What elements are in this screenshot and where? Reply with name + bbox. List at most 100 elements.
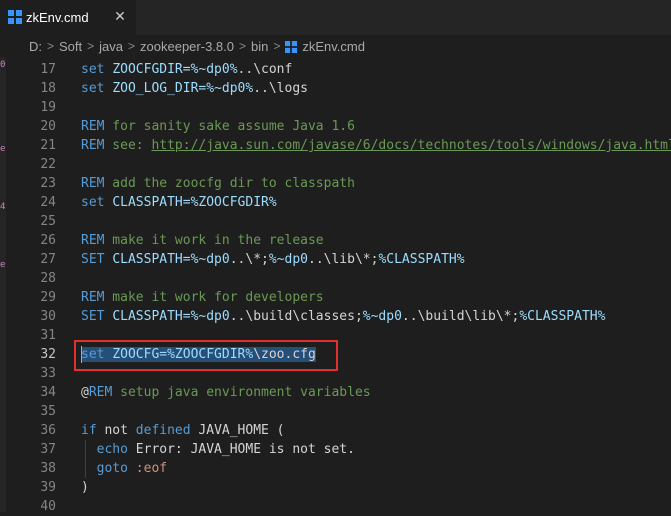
code-text: set CLASSPATH=%ZOOCFGDIR% — [81, 193, 277, 212]
code-text: set ZOOCFGDIR=%~dp0%..\conf — [81, 60, 292, 79]
code-line[interactable]: 37 echo Error: JAVA_HOME is not set. — [0, 440, 671, 459]
code-token: add the zoocfg dir to classpath — [104, 176, 355, 191]
code-line[interactable]: 17 set ZOOCFGDIR=%~dp0%..\conf — [0, 60, 671, 79]
code-line[interactable]: 26 REM make it work in the release — [0, 231, 671, 250]
code-token: SET — [81, 252, 105, 267]
code-token[interactable]: http://java.sun.com/javase/6/docs/techno… — [151, 138, 671, 153]
code-token: ) — [81, 480, 89, 495]
code-token: ..\*; — [229, 252, 269, 267]
code-line[interactable]: 28 — [0, 269, 671, 288]
code-text: echo Error: JAVA_HOME is not set. — [81, 440, 355, 459]
code-token: defined — [135, 423, 191, 438]
line-number: 30 — [40, 309, 56, 324]
breadcrumb-item[interactable]: Soft — [59, 39, 82, 54]
code-line[interactable]: 36 if not defined JAVA_HOME ( — [0, 421, 671, 440]
code-token: REM — [81, 290, 105, 305]
code-text: goto :eof — [81, 459, 167, 478]
line-number: 27 — [40, 252, 56, 267]
code-token: if — [81, 423, 97, 438]
line-number: 23 — [40, 176, 56, 191]
highlight-box — [74, 340, 338, 371]
line-number: 20 — [40, 119, 56, 134]
line-number: 22 — [40, 157, 56, 172]
code-token: %~dp0 — [362, 309, 402, 324]
breadcrumb-item[interactable]: bin — [251, 39, 268, 54]
code-token: see: — [104, 138, 152, 153]
line-number: 26 — [40, 233, 56, 248]
breadcrumb-item[interactable]: zkEnv.cmd — [302, 39, 365, 54]
code-line[interactable]: 23 REM add the zoocfg dir to classpath — [0, 174, 671, 193]
code-text: set ZOO_LOG_DIR=%~dp0%..\logs — [81, 79, 308, 98]
code-token: REM — [88, 385, 113, 400]
code-token: not — [96, 423, 136, 438]
code-token: CLASSPATH=%~dp0 — [112, 252, 230, 267]
tab-zkenv-cmd[interactable]: zkEnv.cmd ✕ — [0, 0, 136, 35]
breadcrumb-separator-icon: > — [47, 39, 55, 53]
code-token: ZOOCFGDIR=%~dp0% — [112, 62, 238, 77]
code-line[interactable]: 25 — [0, 212, 671, 231]
breadcrumb-separator-icon: > — [238, 39, 246, 53]
breadcrumb-item[interactable]: java — [99, 39, 123, 54]
code-text: if not defined JAVA_HOME ( — [81, 421, 285, 440]
code-token: JAVA_HOME ( — [190, 423, 285, 438]
code-token: REM — [81, 138, 105, 153]
code-editor[interactable]: 17 set ZOOCFGDIR=%~dp0%..\conf 18 set ZOO_L… — [0, 60, 671, 514]
line-number: 34 — [40, 385, 56, 400]
line-number: 38 — [40, 461, 56, 476]
code-text: REM make it work in the release — [81, 231, 324, 250]
windows-file-icon — [285, 41, 298, 53]
breadcrumb-separator-icon: > — [128, 39, 136, 53]
code-token: REM — [81, 176, 105, 191]
code-line[interactable]: 40 — [0, 497, 671, 516]
code-line[interactable]: 24 set CLASSPATH=%ZOOCFGDIR% — [0, 193, 671, 212]
code-line[interactable]: 30 SET CLASSPATH=%~dp0..\build\classes;%~… — [0, 307, 671, 326]
windows-file-icon — [8, 10, 22, 24]
code-line[interactable]: 38 goto :eof — [0, 459, 671, 478]
code-token: @ — [81, 385, 89, 400]
code-token: make it work for developers — [104, 290, 324, 305]
code-token: REM — [81, 233, 105, 248]
code-token: CLASSPATH=%~dp0 — [112, 309, 230, 324]
code-token: ..\logs — [253, 81, 308, 96]
code-line[interactable]: 19 — [0, 98, 671, 117]
code-line[interactable]: 34 @REM setup java environment variables — [0, 383, 671, 402]
code-token: CLASSPATH=%ZOOCFGDIR% — [112, 195, 277, 210]
close-icon[interactable]: ✕ — [110, 7, 130, 27]
code-text: @REM setup java environment variables — [81, 383, 371, 402]
line-number: 40 — [40, 499, 56, 514]
code-line[interactable]: 39) — [0, 478, 671, 497]
line-number: 33 — [40, 366, 56, 381]
code-token: ZOO_LOG_DIR=%~dp0% — [112, 81, 254, 96]
code-token: ..\conf — [237, 62, 293, 77]
code-line[interactable]: 20 REM for sanity sake assume Java 1.6 — [0, 117, 671, 136]
code-token: set — [81, 81, 105, 96]
line-number: 24 — [40, 195, 56, 210]
code-text: REM see: http://java.sun.com/javase/6/do… — [81, 136, 671, 155]
code-token: make it work in the release — [104, 233, 324, 248]
code-line[interactable]: 22 — [0, 155, 671, 174]
line-number: 29 — [40, 290, 56, 305]
code-token: echo — [96, 442, 128, 457]
code-line[interactable]: 29 REM make it work for developers — [0, 288, 671, 307]
code-text: REM add the zoocfg dir to classpath — [81, 174, 355, 193]
line-number: 19 — [40, 100, 56, 115]
code-text: ) — [81, 478, 89, 497]
code-token: %~dp0 — [268, 252, 308, 267]
code-line[interactable]: 27 SET CLASSPATH=%~dp0..\*;%~dp0..\lib\*;… — [0, 250, 671, 269]
code-token: ..\build\lib\*; — [401, 309, 520, 324]
code-line[interactable]: 35 — [0, 402, 671, 421]
code-token: ..\build\classes; — [229, 309, 363, 324]
code-line[interactable]: 21 REM see: http://java.sun.com/javase/6/… — [0, 136, 671, 155]
tab-bar: zkEnv.cmd ✕ — [0, 0, 671, 35]
line-number: 39 — [40, 480, 56, 495]
code-token: REM — [81, 119, 105, 134]
code-token: Error: JAVA_HOME is not set. — [127, 442, 355, 457]
code-line[interactable]: 18 set ZOO_LOG_DIR=%~dp0%..\logs — [0, 79, 671, 98]
breadcrumb-item[interactable]: D: — [29, 39, 42, 54]
code-token: set — [81, 195, 105, 210]
line-number: 35 — [40, 404, 56, 419]
breadcrumb-item[interactable]: zookeeper-3.8.0 — [140, 39, 234, 54]
